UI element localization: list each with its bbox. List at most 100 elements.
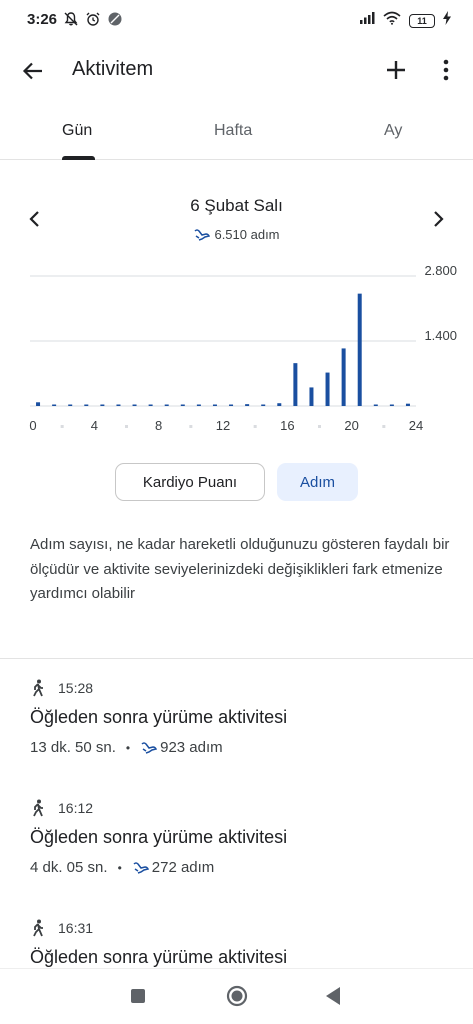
arrow-left-icon xyxy=(22,62,42,80)
app-bar: Aktivitem xyxy=(0,42,473,98)
chart-bar xyxy=(325,372,330,406)
status-time: 3:26 xyxy=(27,11,58,28)
bell-off-icon xyxy=(63,11,79,32)
chart-bar xyxy=(148,404,153,406)
activity-steps: 272 adım xyxy=(151,859,215,876)
activity-item[interactable]: 15:28 Öğleden sonra yürüme aktivitesi 13… xyxy=(30,678,450,756)
activity-time: 15:28 xyxy=(58,680,94,696)
x-tick-label: 4 xyxy=(91,418,98,433)
status-bar: 3:26 11 xyxy=(0,0,473,42)
chevron-right-icon xyxy=(434,211,444,227)
y-tick-label: 1.400 xyxy=(424,328,457,343)
chart-bar xyxy=(196,404,201,406)
chart-bar xyxy=(341,348,346,406)
activity-meta: 4 dk. 05 sn. • 272 adım xyxy=(30,859,450,876)
activity-duration: 13 dk. 50 sn. xyxy=(30,739,116,756)
charging-icon xyxy=(443,11,451,30)
chart-bar xyxy=(116,404,121,406)
date-title: 6 Şubat Salı xyxy=(190,196,283,215)
chart-bar xyxy=(261,404,266,406)
chart-bar xyxy=(132,404,137,406)
status-right-icons: 11 xyxy=(359,11,451,30)
x-minor-tick xyxy=(253,425,257,428)
steps-chart: 2.800 1.400 0 4 8 12 16 20 24 xyxy=(29,263,457,433)
back-button[interactable] xyxy=(18,56,48,86)
x-minor-tick xyxy=(189,425,193,428)
walking-icon xyxy=(33,919,43,937)
steps-description: Adım sayısı, ne kadar hareketli olduğunu… xyxy=(30,536,450,602)
adim-toggle[interactable]: Adım xyxy=(277,463,358,501)
blocked-app-icon xyxy=(107,11,123,32)
system-nav-bar xyxy=(0,968,473,1024)
activity-title: Öğleden sonra yürüme aktivitesi xyxy=(30,707,288,727)
day-steps-summary: 6.510 adım xyxy=(0,227,473,242)
x-minor-tick xyxy=(125,425,128,428)
activity-item[interactable]: 16:12 Öğleden sonra yürüme aktivitesi 4 … xyxy=(30,798,450,876)
meta-separator: • xyxy=(125,740,131,755)
chart-bar xyxy=(277,403,282,406)
x-tick-label: 8 xyxy=(155,418,162,433)
chart-bar xyxy=(36,402,41,406)
activity-meta: 13 dk. 50 sn. • 923 adım xyxy=(30,739,450,756)
chart-bar xyxy=(164,404,169,406)
plus-icon xyxy=(387,61,405,79)
signal-icon xyxy=(359,11,375,30)
y-tick-label: 2.800 xyxy=(424,263,457,278)
chart-bar xyxy=(357,293,362,406)
next-day-button[interactable] xyxy=(427,205,451,233)
footsteps-icon xyxy=(194,228,211,241)
footsteps-icon xyxy=(133,861,149,874)
activity-time: 16:31 xyxy=(58,920,94,936)
chart-bar xyxy=(180,404,185,406)
x-tick-label: 20 xyxy=(344,418,358,433)
alarm-icon xyxy=(85,11,101,32)
tab-ay[interactable]: Ay xyxy=(384,122,402,140)
add-button[interactable] xyxy=(380,54,412,86)
period-tabs: Gün Hafta Ay xyxy=(0,104,473,160)
activity-time: 16:12 xyxy=(58,800,94,816)
chart-bar xyxy=(229,404,234,406)
x-minor-tick xyxy=(382,425,386,428)
chart-bar xyxy=(52,404,57,406)
recents-button[interactable] xyxy=(131,989,145,1003)
activity-item[interactable]: 16:31 Öğleden sonra yürüme aktivitesi xyxy=(30,918,450,968)
active-tab-indicator xyxy=(62,156,95,160)
home-button[interactable] xyxy=(226,985,248,1007)
system-back-button[interactable] xyxy=(324,986,342,1006)
tab-hafta[interactable]: Hafta xyxy=(214,122,252,140)
x-tick-label: 24 xyxy=(409,418,423,433)
more-vert-icon xyxy=(443,59,449,81)
divider xyxy=(0,658,473,659)
x-minor-tick xyxy=(60,425,64,428)
chart-bar xyxy=(293,363,298,406)
battery-indicator: 11 xyxy=(409,13,435,28)
chart-bar xyxy=(84,404,89,406)
chart-bar xyxy=(389,404,394,406)
day-steps-value: 6.510 adım xyxy=(214,227,280,242)
app-title: Aktivitem xyxy=(72,58,154,80)
x-tick-label: 0 xyxy=(29,418,36,433)
chart-bar xyxy=(245,404,250,406)
activity-title: Öğleden sonra yürüme aktivitesi xyxy=(30,947,288,967)
chart-bar xyxy=(309,387,314,406)
activity-duration: 4 dk. 05 sn. xyxy=(30,859,108,876)
walking-icon xyxy=(33,799,43,817)
chart-bar xyxy=(212,404,217,406)
footsteps-icon xyxy=(141,741,158,754)
activity-title: Öğleden sonra yürüme aktivitesi xyxy=(30,827,288,847)
meta-separator: • xyxy=(117,860,122,875)
x-tick-label: 12 xyxy=(216,418,230,433)
wifi-icon xyxy=(383,11,401,30)
x-tick-label: 16 xyxy=(280,418,294,433)
chart-bar xyxy=(100,404,105,406)
more-options-button[interactable] xyxy=(432,54,460,86)
activity-steps: 923 adım xyxy=(160,739,223,756)
chart-bar xyxy=(68,404,73,406)
x-minor-tick xyxy=(318,425,321,428)
status-left-icons xyxy=(63,11,123,32)
chart-bar xyxy=(405,403,410,406)
chart-bar xyxy=(373,404,378,406)
walking-icon xyxy=(33,679,43,697)
kardiyo-puani-toggle[interactable]: Kardiyo Puanı xyxy=(115,463,265,501)
tab-gun[interactable]: Gün xyxy=(62,122,92,140)
